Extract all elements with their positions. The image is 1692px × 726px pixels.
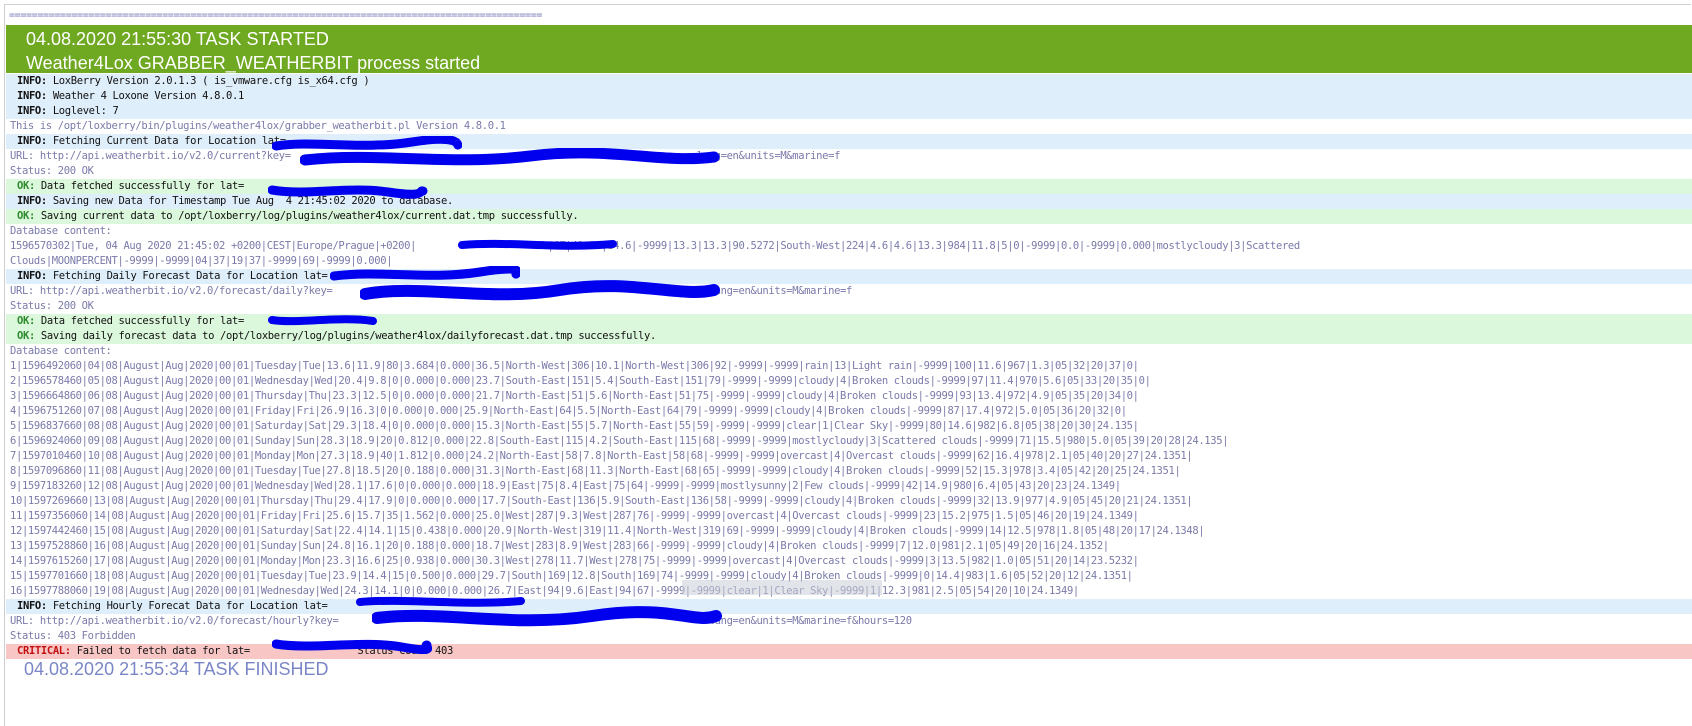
- redaction-mark: [372, 606, 722, 632]
- task-finished-title: 04.08.2020 21:55:34 TASK FINISHED: [24, 659, 329, 679]
- info-log-line: INFO: Saving new Data for Timestamp Tue …: [6, 194, 1692, 209]
- plain-log-line: 3|1596664860|06|08|August|Aug|2020|00|01…: [6, 389, 1692, 404]
- log-level-tag: INFO:: [17, 90, 47, 102]
- log-message: 2|1596578460|05|08|August|Aug|2020|00|01…: [10, 375, 1151, 387]
- info-log-line: INFO: LoxBerry Version 2.0.1.3 ( is_vmwa…: [6, 74, 1692, 89]
- plain-log-line: URL: http://api.weatherbit.io/v2.0/forec…: [6, 614, 1692, 629]
- ok-log-line: OK: Data fetched successfully for lat=: [6, 179, 1692, 194]
- log-message: Database content:: [10, 225, 112, 237]
- plain-log-line: 5|1596837660|08|08|August|Aug|2020|00|01…: [6, 419, 1692, 434]
- redaction-mark: [268, 312, 378, 328]
- log-message: Fetching Current Data for Location lat=: [46, 135, 286, 147]
- log-message: Fetching Daily Forecast Data for Locatio…: [46, 270, 328, 282]
- log-message: Status: 200 OK: [10, 300, 94, 312]
- info-log-line: INFO: Weather 4 Loxone Version 4.8.0.1: [6, 89, 1692, 104]
- log-level-tag: INFO:: [17, 195, 47, 207]
- info-log-line: INFO: Fetching Daily Forecast Data for L…: [6, 269, 1692, 284]
- plain-log-line: 1596570302|Tue, 04 Aug 2020 21:45:02 +02…: [6, 239, 1692, 254]
- log-message: Saving daily forecast data to /opt/loxbe…: [34, 330, 656, 342]
- redaction-mark: [300, 148, 720, 170]
- log-message: LoxBerry Version 2.0.1.3 ( is_vmware.cfg…: [46, 75, 370, 87]
- redaction-mark: [360, 280, 720, 306]
- log-message: 3|1596664860|06|08|August|Aug|2020|00|01…: [10, 390, 1139, 402]
- plain-log-line: Database content:: [6, 224, 1692, 239]
- log-message: Status: 403 Forbidden: [10, 630, 136, 642]
- separator-line: ========================================…: [9, 10, 543, 21]
- plain-log-line: Clouds|MOONPERCENT|-9999|-9999|04|37|19|…: [6, 254, 1692, 269]
- ok-log-line: OK: Saving daily forecast data to /opt/l…: [6, 329, 1692, 344]
- ok-log-line: OK: Data fetched successfully for lat=: [6, 314, 1692, 329]
- log-message: 4|1596751260|07|08|August|Aug|2020|00|01…: [10, 405, 1127, 417]
- log-level-tag: OK:: [17, 180, 35, 192]
- log-message: 14|1597615260|17|08|August|Aug|2020|00|0…: [10, 555, 1139, 567]
- plain-log-line: 14|1597615260|17|08|August|Aug|2020|00|0…: [6, 554, 1692, 569]
- plain-log-line: 6|1596924060|09|08|August|Aug|2020|00|01…: [6, 434, 1692, 449]
- log-message: 7|1597010460|10|08|August|Aug|2020|00|01…: [10, 450, 1193, 462]
- log-message: Status: 200 OK: [10, 165, 94, 177]
- plain-log-line: This is /opt/loxberry/bin/plugins/weathe…: [6, 119, 1692, 134]
- log-message: 13|1597528860|16|08|August|Aug|2020|00|0…: [10, 540, 1109, 552]
- log-message: Weather 4 Loxone Version 4.8.0.1: [46, 90, 244, 102]
- log-level-tag: INFO:: [17, 135, 47, 147]
- process-started-title: Weather4Lox GRABBER_WEATHERBIT process s…: [26, 53, 481, 73]
- log-level-tag: OK:: [17, 210, 35, 222]
- log-message: Loglevel: 7: [46, 105, 119, 117]
- log-message: 16|1597788060|19|08|August|Aug|2020|00|0…: [10, 585, 1079, 597]
- info-log-line: INFO: Fetching Hourly Forecat Data for L…: [6, 599, 1692, 614]
- redaction-mark: [272, 636, 432, 654]
- log-message: 15|1597701660|18|08|August|Aug|2020|00|0…: [10, 570, 1133, 582]
- plain-log-line: Database content:: [6, 344, 1692, 359]
- log-message: 8|1597096860|11|08|August|Aug|2020|00|01…: [10, 465, 1181, 477]
- log-message: 1596570302|Tue, 04 Aug 2020 21:45:02 +02…: [10, 240, 1300, 252]
- crit-log-line: CRITICAL: Failed to fetch data for lat= …: [6, 644, 1692, 659]
- info-log-line: INFO: Fetching Current Data for Location…: [6, 134, 1692, 149]
- log-message: 10|1597269660|13|08|August|Aug|2020|00|0…: [10, 495, 1193, 507]
- plain-log-line: 2|1596578460|05|08|August|Aug|2020|00|01…: [6, 374, 1692, 389]
- log-message: This is /opt/loxberry/bin/plugins/weathe…: [10, 120, 506, 132]
- text-selection-highlight: [682, 580, 882, 595]
- plain-log-line: Status: 200 OK: [6, 299, 1692, 314]
- log-level-tag: INFO:: [17, 105, 47, 117]
- redaction-mark: [458, 237, 618, 253]
- plain-log-line: 1|1596492060|04|08|August|Aug|2020|00|01…: [6, 359, 1692, 374]
- ok-log-line: OK: Saving current data to /opt/loxberry…: [6, 209, 1692, 224]
- log-message: Saving current data to /opt/loxberry/log…: [34, 210, 579, 222]
- log-message: 11|1597356060|14|08|August|Aug|2020|00|0…: [10, 510, 1139, 522]
- plain-log-line: Status: 403 Forbidden: [6, 629, 1692, 644]
- plain-log-line: URL: http://api.weatherbit.io/v2.0/forec…: [6, 284, 1692, 299]
- info-log-line: INFO: Loglevel: 7: [6, 104, 1692, 119]
- log-message: 6|1596924060|09|08|August|Aug|2020|00|01…: [10, 435, 1229, 447]
- log-message: 12|1597442460|15|08|August|Aug|2020|00|0…: [10, 525, 1205, 537]
- task-started-title: 04.08.2020 21:55:30 TASK STARTED: [26, 29, 329, 49]
- redaction-mark: [268, 182, 428, 200]
- plain-log-line: 11|1597356060|14|08|August|Aug|2020|00|0…: [6, 509, 1692, 524]
- task-banner: 04.08.2020 21:55:30 TASK STARTED Weather…: [6, 25, 1692, 73]
- log-message: Fetching Hourly Forecat Data for Locatio…: [46, 600, 328, 612]
- plain-log-line: 9|1597183260|12|08|August|Aug|2020|00|01…: [6, 479, 1692, 494]
- log-level-tag: INFO:: [17, 600, 47, 612]
- log-message: Data fetched successfully for lat=: [34, 180, 244, 192]
- log-level-tag: OK:: [17, 330, 35, 342]
- plain-log-line: Status: 200 OK: [6, 164, 1692, 179]
- log-message: Data fetched successfully for lat=: [34, 315, 244, 327]
- log-level-tag: CRITICAL:: [17, 645, 71, 657]
- log-level-tag: INFO:: [17, 75, 47, 87]
- log-message: 9|1597183260|12|08|August|Aug|2020|00|01…: [10, 480, 1121, 492]
- plain-log-line: 13|1597528860|16|08|August|Aug|2020|00|0…: [6, 539, 1692, 554]
- log-message: 5|1596837660|08|08|August|Aug|2020|00|01…: [10, 420, 1139, 432]
- log-message: 1|1596492060|04|08|August|Aug|2020|00|01…: [10, 360, 1139, 372]
- plain-log-line: 7|1597010460|10|08|August|Aug|2020|00|01…: [6, 449, 1692, 464]
- plain-log-line: 12|1597442460|15|08|August|Aug|2020|00|0…: [6, 524, 1692, 539]
- plain-log-line: 8|1597096860|11|08|August|Aug|2020|00|01…: [6, 464, 1692, 479]
- log-level-tag: INFO:: [17, 270, 47, 282]
- plain-log-line: 10|1597269660|13|08|August|Aug|2020|00|0…: [6, 494, 1692, 509]
- plain-log-line: URL: http://api.weatherbit.io/v2.0/curre…: [6, 149, 1692, 164]
- log-message: Database content:: [10, 345, 112, 357]
- plain-log-line: 4|1596751260|07|08|August|Aug|2020|00|01…: [6, 404, 1692, 419]
- log-level-tag: OK:: [17, 315, 35, 327]
